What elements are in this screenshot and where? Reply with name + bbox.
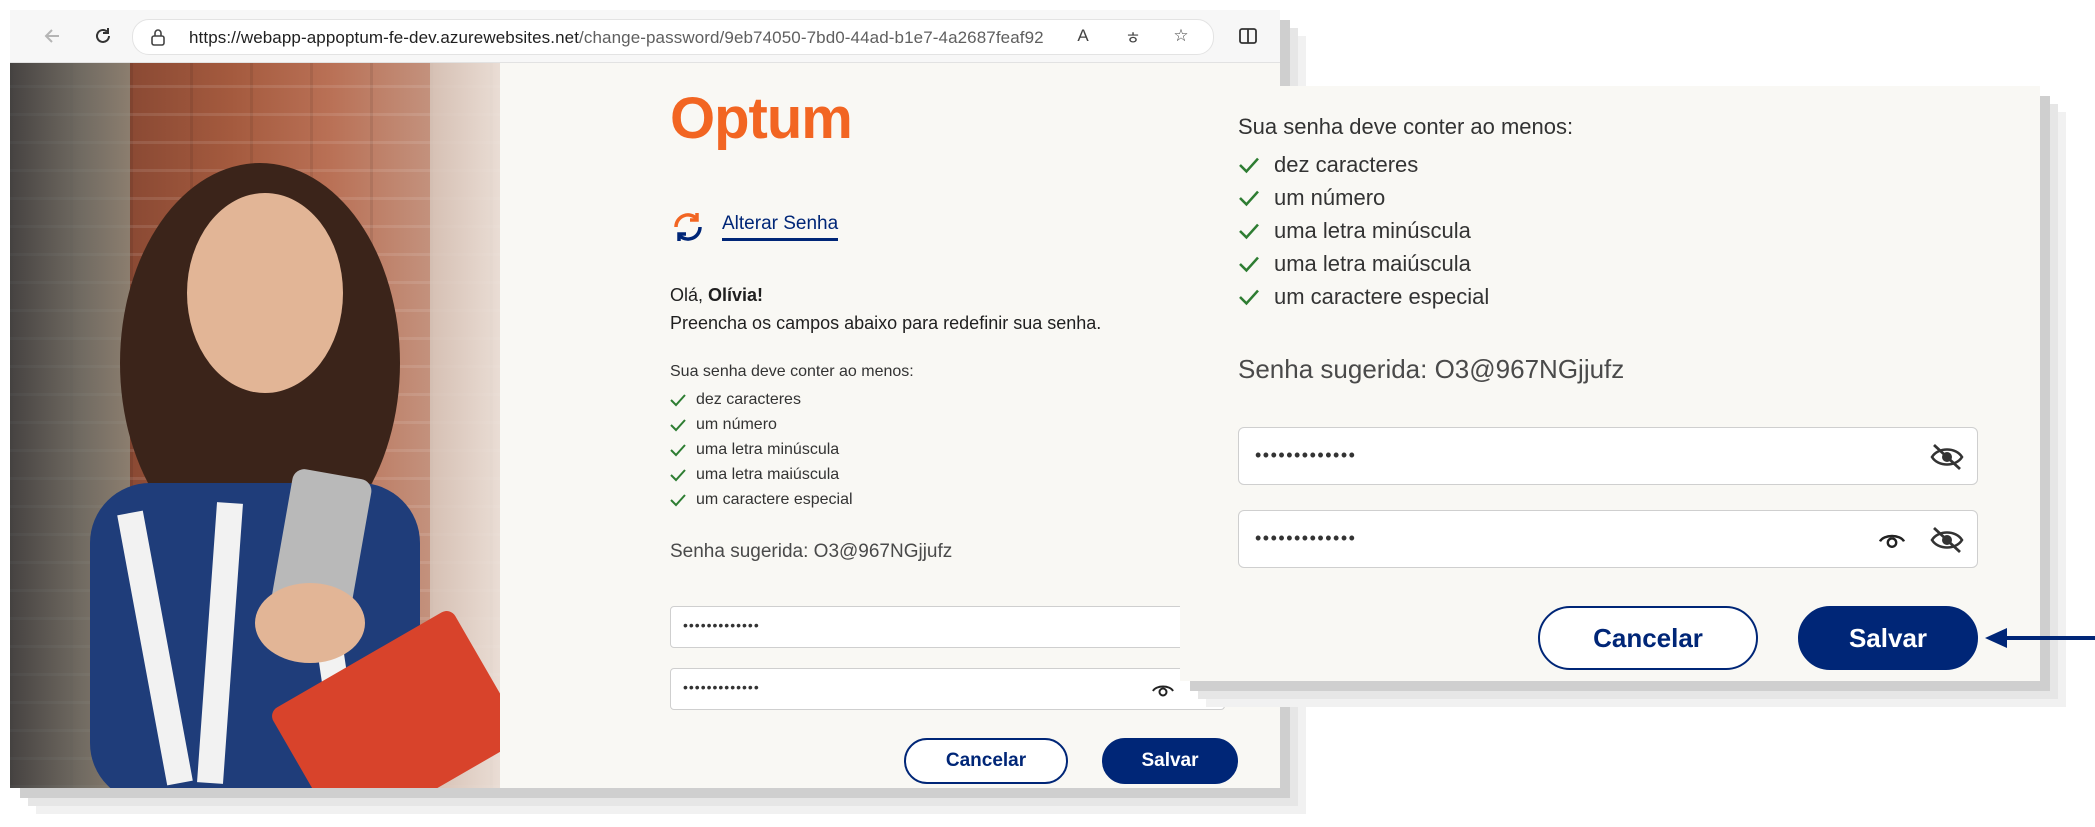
requirement-label: um número <box>696 415 777 433</box>
eye-off-icon[interactable] <box>1929 524 1965 554</box>
instruction-text: Preencha os campos abaixo para redefinir… <box>670 313 1102 333</box>
star-icon: ☆ <box>1173 26 1189 45</box>
password-requirements: Sua senha deve conter ao menos: dez cara… <box>670 363 914 512</box>
greeting: Olá, Olívia! Preencha os campos abaixo p… <box>670 281 1101 337</box>
back-button[interactable] <box>40 23 66 49</box>
optum-logo: Optum <box>670 86 853 151</box>
requirement-label: uma letra minúscula <box>696 440 840 458</box>
requirement-item: uma letra maiúscula <box>670 462 914 487</box>
read-aloud-button[interactable]: A <box>1070 23 1096 49</box>
zoom-new-password-field[interactable]: ••••••••••••• <box>1238 427 1978 485</box>
check-icon <box>670 418 686 431</box>
zoom-requirement-label: um caractere especial <box>1274 283 1490 309</box>
change-password-page: Optum Alterar Senha Olá, Olívia! Preench… <box>500 63 1280 788</box>
split-screen-icon <box>1239 28 1257 44</box>
zoom-requirement-label: um número <box>1274 184 1386 210</box>
split-screen-button[interactable] <box>1235 23 1261 49</box>
confirm-password-value: ••••••••••••• <box>683 679 760 695</box>
read-aloud-icon: A <box>1077 26 1089 45</box>
requirement-label: uma letra maiúscula <box>696 465 840 483</box>
browser-window: https://webapp-appoptum-fe-dev.azurewebs… <box>10 10 1280 788</box>
favorite-button[interactable]: ☆ <box>1168 23 1194 49</box>
url-path: /change-password/9eb74050-7bd0-44ad-b1e7… <box>579 28 1044 47</box>
zoom-requirement-item: um número <box>1238 181 1573 214</box>
zoom-requirement-item: dez caracteres <box>1238 148 1573 181</box>
check-icon <box>670 468 686 481</box>
zoom-suggested-password: Senha sugerida: O3@967NGjjufz <box>1238 354 1625 384</box>
refresh-button[interactable] <box>90 23 116 49</box>
check-icon <box>670 393 686 406</box>
address-bar[interactable]: https://webapp-appoptum-fe-dev.azurewebs… <box>132 19 1214 55</box>
zoom-requirement-item: um caractere especial <box>1238 280 1573 313</box>
check-icon <box>1239 289 1259 305</box>
zoom-requirement-label: uma letra maiúscula <box>1274 250 1471 276</box>
new-password-field[interactable]: ••••••••••••• <box>670 606 1225 648</box>
check-icon <box>1239 223 1259 239</box>
requirement-item: um caractere especial <box>670 487 914 512</box>
check-icon <box>1239 190 1259 206</box>
zoom-requirement-item: uma letra maiúscula <box>1238 247 1573 280</box>
greeting-name: Olívia! <box>708 285 764 305</box>
zoom-requirement-label: uma letra minúscula <box>1274 217 1471 243</box>
requirement-label: um caractere especial <box>696 490 853 508</box>
zoom-save-button[interactable]: Salvar <box>1798 606 1978 670</box>
zoom-requirement-label: dez caracteres <box>1274 151 1419 177</box>
woman-with-phone-illustration <box>90 163 500 788</box>
zoom-requirement-item: uma letra minúscula <box>1238 214 1573 247</box>
translate-button[interactable]: ㅎ <box>1120 23 1146 49</box>
zoom-new-password-value: ••••••••••••• <box>1255 445 1357 465</box>
lock-icon <box>151 29 165 46</box>
greeting-prefix: Olá, <box>670 285 709 305</box>
zoom-cancel-button[interactable]: Cancelar <box>1538 606 1758 670</box>
back-arrow-icon <box>44 29 59 43</box>
check-icon <box>1239 256 1259 272</box>
refresh-icon <box>96 28 110 43</box>
url-text: https://webapp-appoptum-fe-dev.azurewebs… <box>189 28 1044 48</box>
requirements-title: Sua senha deve conter ao menos: <box>670 363 914 380</box>
zoomed-form-panel: Sua senha deve conter ao menos: dez cara… <box>1180 86 2040 681</box>
eye-icon[interactable] <box>1877 527 1907 551</box>
translate-icon: ㅎ <box>1125 28 1141 48</box>
save-button[interactable]: Salvar <box>1102 738 1238 784</box>
zoom-confirm-password-field[interactable]: ••••••••••••• <box>1238 510 1978 568</box>
zoom-confirm-password-value: ••••••••••••• <box>1255 528 1357 548</box>
check-icon <box>670 443 686 456</box>
browser-toolbar: https://webapp-appoptum-fe-dev.azurewebs… <box>10 10 1280 63</box>
section-header: Alterar Senha <box>670 209 839 245</box>
callout-arrow-icon <box>1985 628 2095 648</box>
confirm-password-field[interactable]: ••••••••••••• <box>670 668 1225 710</box>
requirement-item: um número <box>670 412 914 437</box>
new-password-value: ••••••••••••• <box>683 617 760 633</box>
requirement-label: dez caracteres <box>696 390 801 408</box>
hero-photo <box>10 63 500 788</box>
requirement-item: uma letra minúscula <box>670 437 914 462</box>
url-host: https://webapp-appoptum-fe-dev.azurewebs… <box>189 28 580 47</box>
zoom-password-requirements: Sua senha deve conter ao menos: dez cara… <box>1238 114 1573 313</box>
check-icon <box>670 493 686 506</box>
cancel-button[interactable]: Cancelar <box>904 738 1068 784</box>
eye-off-icon[interactable] <box>1929 441 1965 471</box>
zoom-requirements-title: Sua senha deve conter ao menos: <box>1238 114 1574 139</box>
change-password-icon <box>674 213 702 241</box>
eye-icon[interactable] <box>1151 679 1175 699</box>
suggested-password: Senha sugerida: O3@967NGjjufz <box>670 541 953 562</box>
requirement-item: dez caracteres <box>670 387 914 412</box>
check-icon <box>1239 157 1259 173</box>
section-title: Alterar Senha <box>722 213 839 241</box>
